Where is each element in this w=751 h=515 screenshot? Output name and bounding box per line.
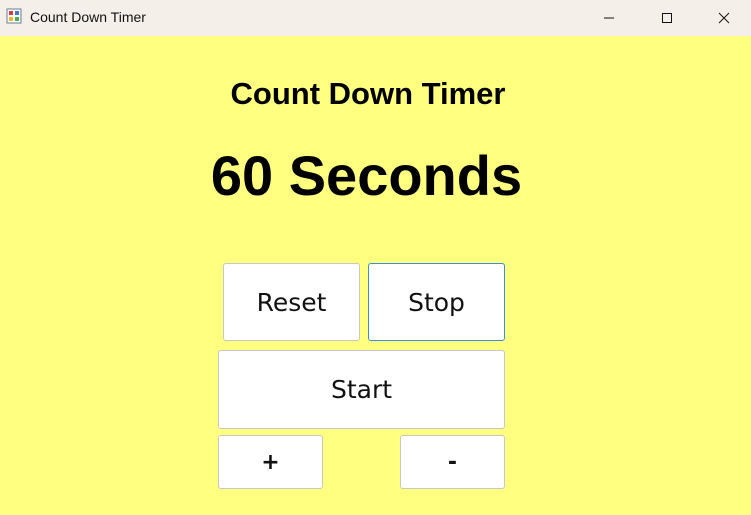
start-button[interactable]: Start xyxy=(218,350,505,429)
minimize-icon xyxy=(604,17,614,19)
window-title: Count Down Timer xyxy=(30,9,146,25)
seconds-display: 60 Seconds xyxy=(210,144,523,207)
minimize-button[interactable] xyxy=(580,0,638,36)
reset-button[interactable]: Reset xyxy=(223,263,360,341)
maximize-icon xyxy=(662,13,672,23)
app-icon xyxy=(6,8,22,24)
maximize-button[interactable] xyxy=(638,0,696,36)
increase-button[interactable]: + xyxy=(218,435,323,489)
decrease-button[interactable]: - xyxy=(400,435,505,489)
close-icon xyxy=(718,12,730,24)
close-button[interactable] xyxy=(695,0,751,36)
title-bar[interactable]: Count Down Timer xyxy=(0,0,751,36)
stop-button[interactable]: Stop xyxy=(368,263,505,341)
app-window: Count Down Timer Count Down Timer 60 Sec… xyxy=(0,0,751,515)
timer-heading: Count Down Timer xyxy=(230,76,506,111)
